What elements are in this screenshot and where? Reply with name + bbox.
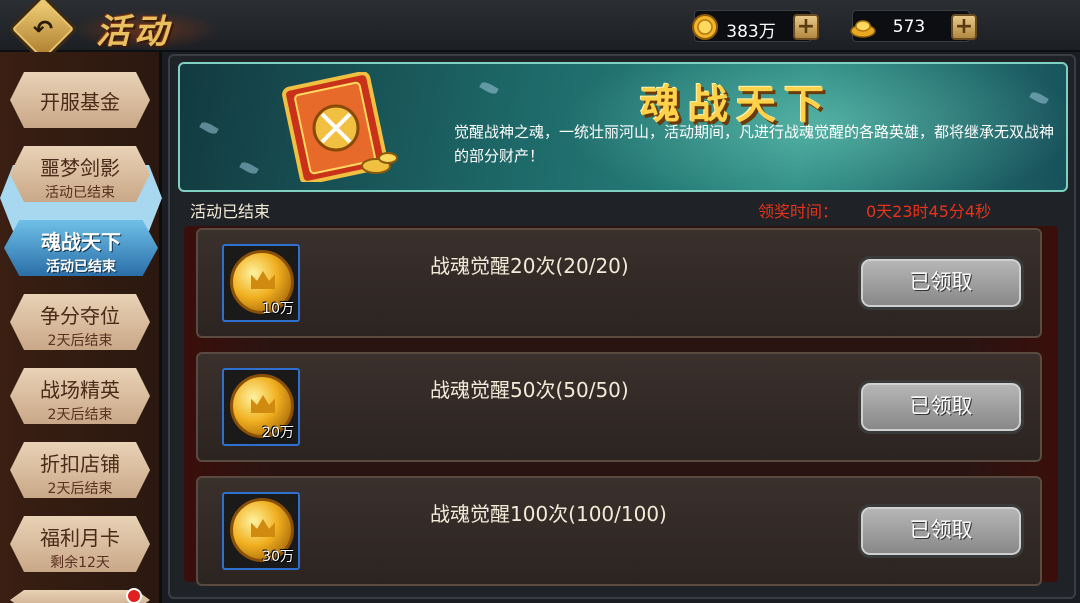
sidebar-item-status: 活动已结束 [46,259,116,275]
task-row: 20万 战魂觉醒50次(50/50) 已领取 [196,352,1042,462]
leaf-decoration [199,120,219,136]
task-row: 10万 战魂觉醒20次(20/20) 已领取 [196,228,1042,338]
reward-amount: 30万 [262,549,294,565]
notification-dot [126,588,142,603]
sidebar-item-label: 噩梦剑影 [40,156,120,180]
sidebar-item-monthly-card[interactable]: 福利月卡 剩余12天 [10,516,150,572]
sidebar-item-discount-shop[interactable]: 折扣店铺 2天后结束 [10,442,150,498]
claim-time-label: 领奖时间： [758,202,839,221]
sidebar-item-status: 2天后结束 [47,407,113,423]
reward-amount: 10万 [262,301,294,317]
page-title: 活动 [96,12,172,52]
ingot-amount: 573 [892,17,926,37]
reward-slot[interactable]: 10万 [222,244,300,322]
add-gold-button[interactable]: + [793,14,819,40]
event-banner: 魂战天下 觉醒战神之魂，一统壮丽河山，活动期间，凡进行战魂觉醒的各路英雄，都将继… [178,62,1068,192]
gold-currency: 383万 + [692,10,819,42]
gold-amount: 383万 [726,22,776,42]
gold-coin-icon [692,14,718,40]
claim-time-countdown: 0天23时45分4秒 [866,202,992,221]
gold-ingot-icon [850,20,876,38]
claimed-button[interactable]: 已领取 [858,504,1024,558]
activity-status: 活动已结束 [190,202,271,221]
sidebar-item-battlefield[interactable]: 战场精英 2天后结束 [10,368,150,424]
claimed-button[interactable]: 已领取 [858,380,1024,434]
ingot-currency: 573 + [850,10,977,42]
sidebar-item-label: 福利月卡 [40,526,120,550]
sidebar-item-status: 活动已结束 [45,185,115,201]
task-name: 战魂觉醒100次(100/100) [430,502,667,526]
claimed-button[interactable]: 已领取 [858,256,1024,310]
task-row: 30万 战魂觉醒100次(100/100) 已领取 [196,476,1042,586]
add-ingot-button[interactable]: + [951,14,977,40]
sidebar-item-label: 战场精英 [40,378,120,402]
sidebar-item-nightmare[interactable]: 噩梦剑影 活动已结束 [10,146,150,202]
sidebar-item-label: 争分夺位 [40,304,120,328]
sidebar-item-rank[interactable]: 争分夺位 2天后结束 [10,294,150,350]
task-name: 战魂觉醒20次(20/20) [430,254,629,278]
sidebar-item-status: 2天后结束 [47,481,113,497]
crown-icon [251,519,275,537]
crown-icon [251,271,275,289]
sidebar-item-status: 剩余12天 [50,555,110,571]
leaf-decoration [479,80,499,96]
reward-slot[interactable]: 20万 [222,368,300,446]
treasure-book-icon [282,72,398,182]
sidebar-item-label: 开服基金 [40,90,120,114]
sidebar-item-label: 魂战天下 [41,230,121,254]
reward-slot[interactable]: 30万 [222,492,300,570]
banner-description: 觉醒战神之魂，一统壮丽河山，活动期间，凡进行战魂觉醒的各路英雄，都将继承无双战神… [454,123,1055,165]
sidebar-item-soul-war[interactable]: 魂战天下 活动已结束 [4,220,158,276]
reward-amount: 20万 [262,425,294,441]
crown-icon [251,395,275,413]
leaf-decoration [239,160,259,176]
sidebar-item-label: 折扣店铺 [40,452,120,476]
task-name: 战魂觉醒50次(50/50) [430,378,629,402]
back-arrow-icon: ↶ [32,15,54,43]
sidebar-item-status: 2天后结束 [47,333,113,349]
sidebar-item-fund[interactable]: 开服基金 [10,72,150,128]
